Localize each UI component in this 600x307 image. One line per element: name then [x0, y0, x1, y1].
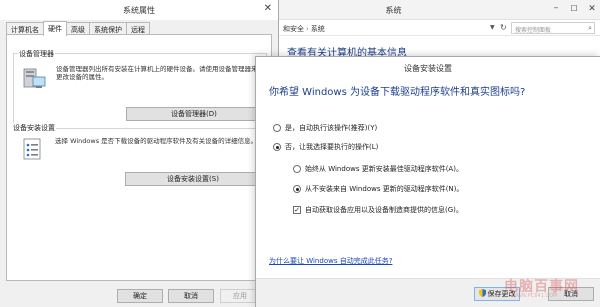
shield-icon [478, 289, 486, 297]
properties-tabs: 计算机名 硬件 高级 系统保护 远程 [6, 21, 150, 36]
radio-yes[interactable] [273, 124, 281, 132]
device-install-settings-button[interactable]: 设备安装设置(S) [125, 172, 261, 186]
device-manager-button[interactable]: 设备管理器(D) [126, 107, 262, 121]
close-icon[interactable]: ✕ [264, 3, 272, 14]
radio-never-install[interactable] [293, 185, 301, 193]
watermark-url: WWW.PC841.COM [512, 293, 558, 299]
ok-button[interactable]: 确定 [117, 289, 163, 303]
sub-option-always-install[interactable]: 始终从 Windows 更新安装最佳驱动程序软件(A)。 [293, 164, 463, 174]
dialog-title: 设备安装设置 [404, 64, 452, 73]
device-manager-description: 设备管理器列出所有安装在计算机上的硬件设备。请使用设备管理器来更改设备的属性。 [56, 65, 258, 81]
sub-option-1-label: 始终从 Windows 更新安装最佳驱动程序软件(A)。 [305, 165, 463, 173]
option-no-radio[interactable]: 否，让我选择要执行的操作(L) [273, 142, 378, 152]
radio-always-install[interactable] [293, 165, 301, 173]
system-window-title: 系统 [385, 6, 402, 15]
option-yes-label: 是，自动执行该操作(推荐)(Y) [285, 124, 378, 132]
properties-footer: 确定 取消 应用 [0, 283, 279, 307]
device-install-group: 设备安装设置 选择 Windows 是否下载设备的驱动程序软件及有关设备的详细信… [12, 123, 267, 209]
chevron-down-icon[interactable]: ▼ [490, 24, 495, 31]
system-properties-dialog: 系统属性 ✕ 计算机名 硬件 高级 系统保护 远程 设备管理器 设备管理器列出所… [0, 0, 279, 307]
device-install-group-title: 设备安装设置 [12, 123, 56, 133]
device-install-description: 选择 Windows 是否下载设备的驱动程序软件及有关设备的详细信息。 [55, 137, 258, 145]
minimize-icon[interactable]: – [550, 4, 562, 14]
search-placeholder: 搜索控制面板 [515, 27, 552, 34]
cancel-button[interactable]: 取消 [168, 289, 214, 303]
properties-titlebar: 系统属性 ✕ [0, 0, 278, 20]
option-no-label: 否，让我选择要执行的操作(L) [285, 143, 379, 151]
checkbox-device-info[interactable]: ✓ [293, 206, 301, 214]
device-manager-icon [23, 68, 46, 88]
search-icon[interactable]: ⌕ [588, 24, 592, 33]
tab-hardware[interactable]: 硬件 [43, 21, 67, 36]
close-icon[interactable]: ✕ [586, 4, 598, 14]
dialog-titlebar: 设备安装设置 [256, 57, 600, 79]
device-manager-group: 设备管理器 设备管理器列出所有安装在计算机上的硬件设备。请使用设备管理器来更改设… [13, 49, 267, 129]
properties-title: 系统属性 [123, 6, 155, 15]
breadcrumb-item-security[interactable]: 和安全 [283, 25, 304, 33]
refresh-icon[interactable]: ↻ [500, 23, 507, 32]
radio-no[interactable] [273, 143, 281, 151]
hardware-tab-panel: 设备管理器 设备管理器列出所有安装在计算机上的硬件设备。请使用设备管理器来更改设… [6, 34, 272, 281]
sub-option-3-label: 自动获取设备应用以及设备制造商提供的信息(G)。 [305, 206, 463, 214]
breadcrumb: 和安全 › 系统 [283, 24, 325, 34]
why-automatic-link[interactable]: 为什么要让 Windows 自动完成此任务? [269, 256, 392, 266]
watermark: 电脑百事网 WWW.PC841.COM [492, 270, 598, 304]
apply-button[interactable]: 应用 [220, 289, 260, 303]
system-titlebar: 系统 – ☐ ✕ [247, 0, 600, 20]
sub-option-never-install[interactable]: 从不安装来自 Windows 更新的驱动程序软件(N)。 [293, 184, 463, 194]
address-bar[interactable]: 和安全 › 系统 ▼ ↻ 搜索控制面板 ⌕ [247, 20, 600, 36]
option-yes-radio[interactable]: 是，自动执行该操作(推荐)(Y) [273, 123, 377, 133]
settings-list-icon [23, 138, 41, 160]
maximize-icon[interactable]: ☐ [568, 4, 580, 14]
sub-option-device-info-checkbox[interactable]: ✓ 自动获取设备应用以及设备制造商提供的信息(G)。 [293, 205, 463, 215]
sub-option-2-label: 从不安装来自 Windows 更新的驱动程序软件(N)。 [305, 185, 464, 193]
chevron-right-icon: › [306, 25, 309, 33]
device-manager-group-title: 设备管理器 [18, 49, 55, 59]
dialog-question: 你希望 Windows 为设备下载驱动程序软件和真实图标吗? [269, 87, 526, 98]
breadcrumb-item-system[interactable]: 系统 [311, 25, 325, 33]
search-input[interactable]: 搜索控制面板 ⌕ [511, 22, 595, 34]
